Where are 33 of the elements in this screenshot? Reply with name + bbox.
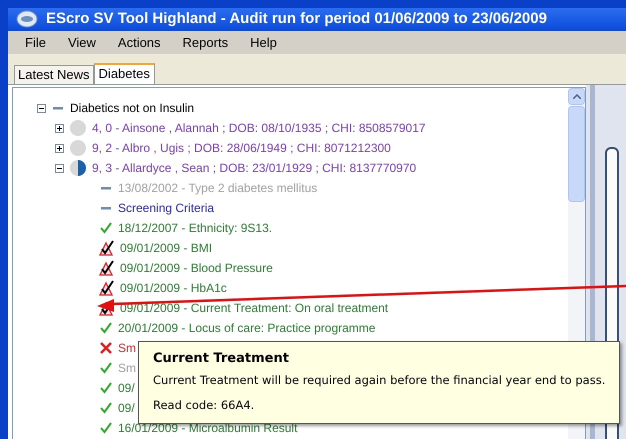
- patient-label[interactable]: 9, 3 - Allardyce , Sean ; DOB: 23/01/1929 ; CHI: 8137770970: [92, 159, 416, 177]
- window-title: EScro SV Tool Highland - Audit run for period 01/06/2009 to 23/06/2009: [46, 9, 547, 29]
- menu-item[interactable]: File: [16, 30, 55, 54]
- tab[interactable]: Latest News: [14, 65, 94, 84]
- tree-item-label[interactable]: 09/01/2009 - HbA1c: [120, 279, 227, 297]
- tooltip-text: Current Treatment will be required again before the financial year end to pass.: [153, 372, 606, 388]
- menu-item[interactable]: Actions: [108, 30, 170, 54]
- tree-item-label[interactable]: 20/01/2009 - Locus of care: Practice programme: [118, 319, 376, 337]
- caret-up-icon: [572, 94, 580, 99]
- scroll-up-button[interactable]: [568, 88, 585, 105]
- tab[interactable]: Diabetes: [94, 63, 155, 85]
- patient-label[interactable]: 9, 2 - Albro , Ugis ; DOB: 28/06/1949 ; CHI: 8071212300: [92, 139, 391, 157]
- tree-item-label[interactable]: 09/01/2009 - Current Treatment: On oral treatment: [120, 299, 388, 317]
- menu-item[interactable]: Reports: [174, 30, 238, 54]
- tree-item-label[interactable]: Sm: [118, 339, 136, 357]
- app-logo-icon: [16, 10, 38, 28]
- tree-item-label[interactable]: 09/: [118, 399, 135, 417]
- collapse-icon[interactable]: [55, 164, 64, 172]
- expand-icon[interactable]: [55, 144, 64, 152]
- scroll-thumb[interactable]: [568, 106, 585, 202]
- tree-item-label[interactable]: 09/01/2009 - Blood Pressure: [120, 259, 273, 277]
- tree-item-label[interactable]: Screening Criteria: [118, 199, 214, 217]
- read-code-text: Read code: 66A4.: [153, 396, 256, 414]
- tree-item-label[interactable]: 09/: [118, 379, 135, 397]
- collapse-icon[interactable]: [37, 104, 46, 112]
- tooltip-title: Current Treatment: [153, 350, 290, 368]
- expand-icon[interactable]: [55, 124, 64, 132]
- menu-item[interactable]: View: [58, 30, 105, 54]
- patient-label[interactable]: 4, 0 - Ainsone , Alannah ; DOB: 08/10/1935 ; CHI: 8508579017: [92, 119, 426, 137]
- tree-item-label[interactable]: 18/12/2007 - Ethnicity: 9S13.: [118, 219, 272, 237]
- menu-item[interactable]: Help: [241, 30, 286, 54]
- tree-group-label[interactable]: Diabetics not on Insulin: [70, 99, 194, 117]
- tree-item-label[interactable]: 09/01/2009 - BMI: [120, 239, 212, 257]
